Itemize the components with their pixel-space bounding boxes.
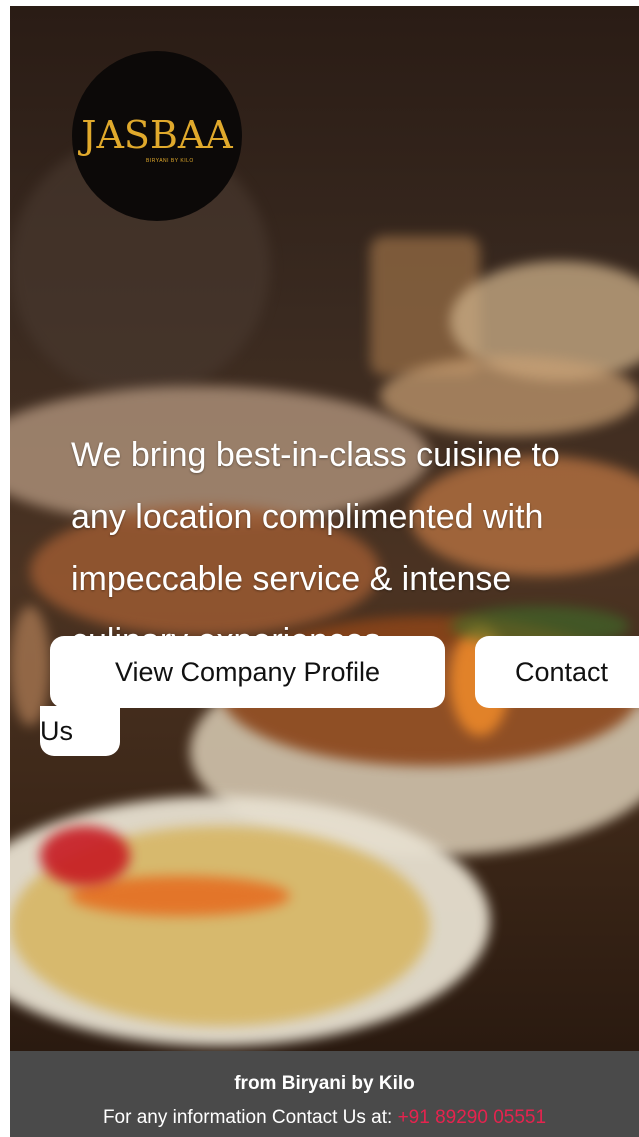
logo-text: JASBAA (81, 113, 233, 157)
page: JASBAA BIRYANI BY KILO We bring best-in-… (10, 6, 639, 1137)
hero-background-image: JASBAA BIRYANI BY KILO We bring best-in-… (10, 6, 639, 1051)
phone-link[interactable]: +91 89290 05551 (398, 1107, 546, 1128)
contact-us-button-wrap[interactable]: Us (40, 706, 120, 756)
tagline-line: impeccable service & intense (71, 560, 512, 598)
footer-title: from Biryani by Kilo (234, 1073, 415, 1094)
view-company-profile-button[interactable]: View Company Profile (50, 636, 445, 708)
tagline-line: We bring best-in-class cuisine to (71, 436, 560, 474)
logo-subtext: BIRYANI BY KILO (146, 158, 194, 164)
contact-us-button[interactable]: Contact (475, 636, 639, 708)
hero-tagline: We bring best-in-class cuisine to any lo… (71, 424, 639, 672)
footer-contact-text: For any information Contact Us at: (102, 1107, 393, 1128)
tagline-line: any location complimented with (71, 498, 544, 536)
brand-logo[interactable]: JASBAA BIRYANI BY KILO (72, 51, 242, 221)
footer-contact-line: For any information Contact Us at: +91 8… (10, 1107, 639, 1129)
footer: from Biryani by Kilo For any information… (10, 1051, 639, 1137)
